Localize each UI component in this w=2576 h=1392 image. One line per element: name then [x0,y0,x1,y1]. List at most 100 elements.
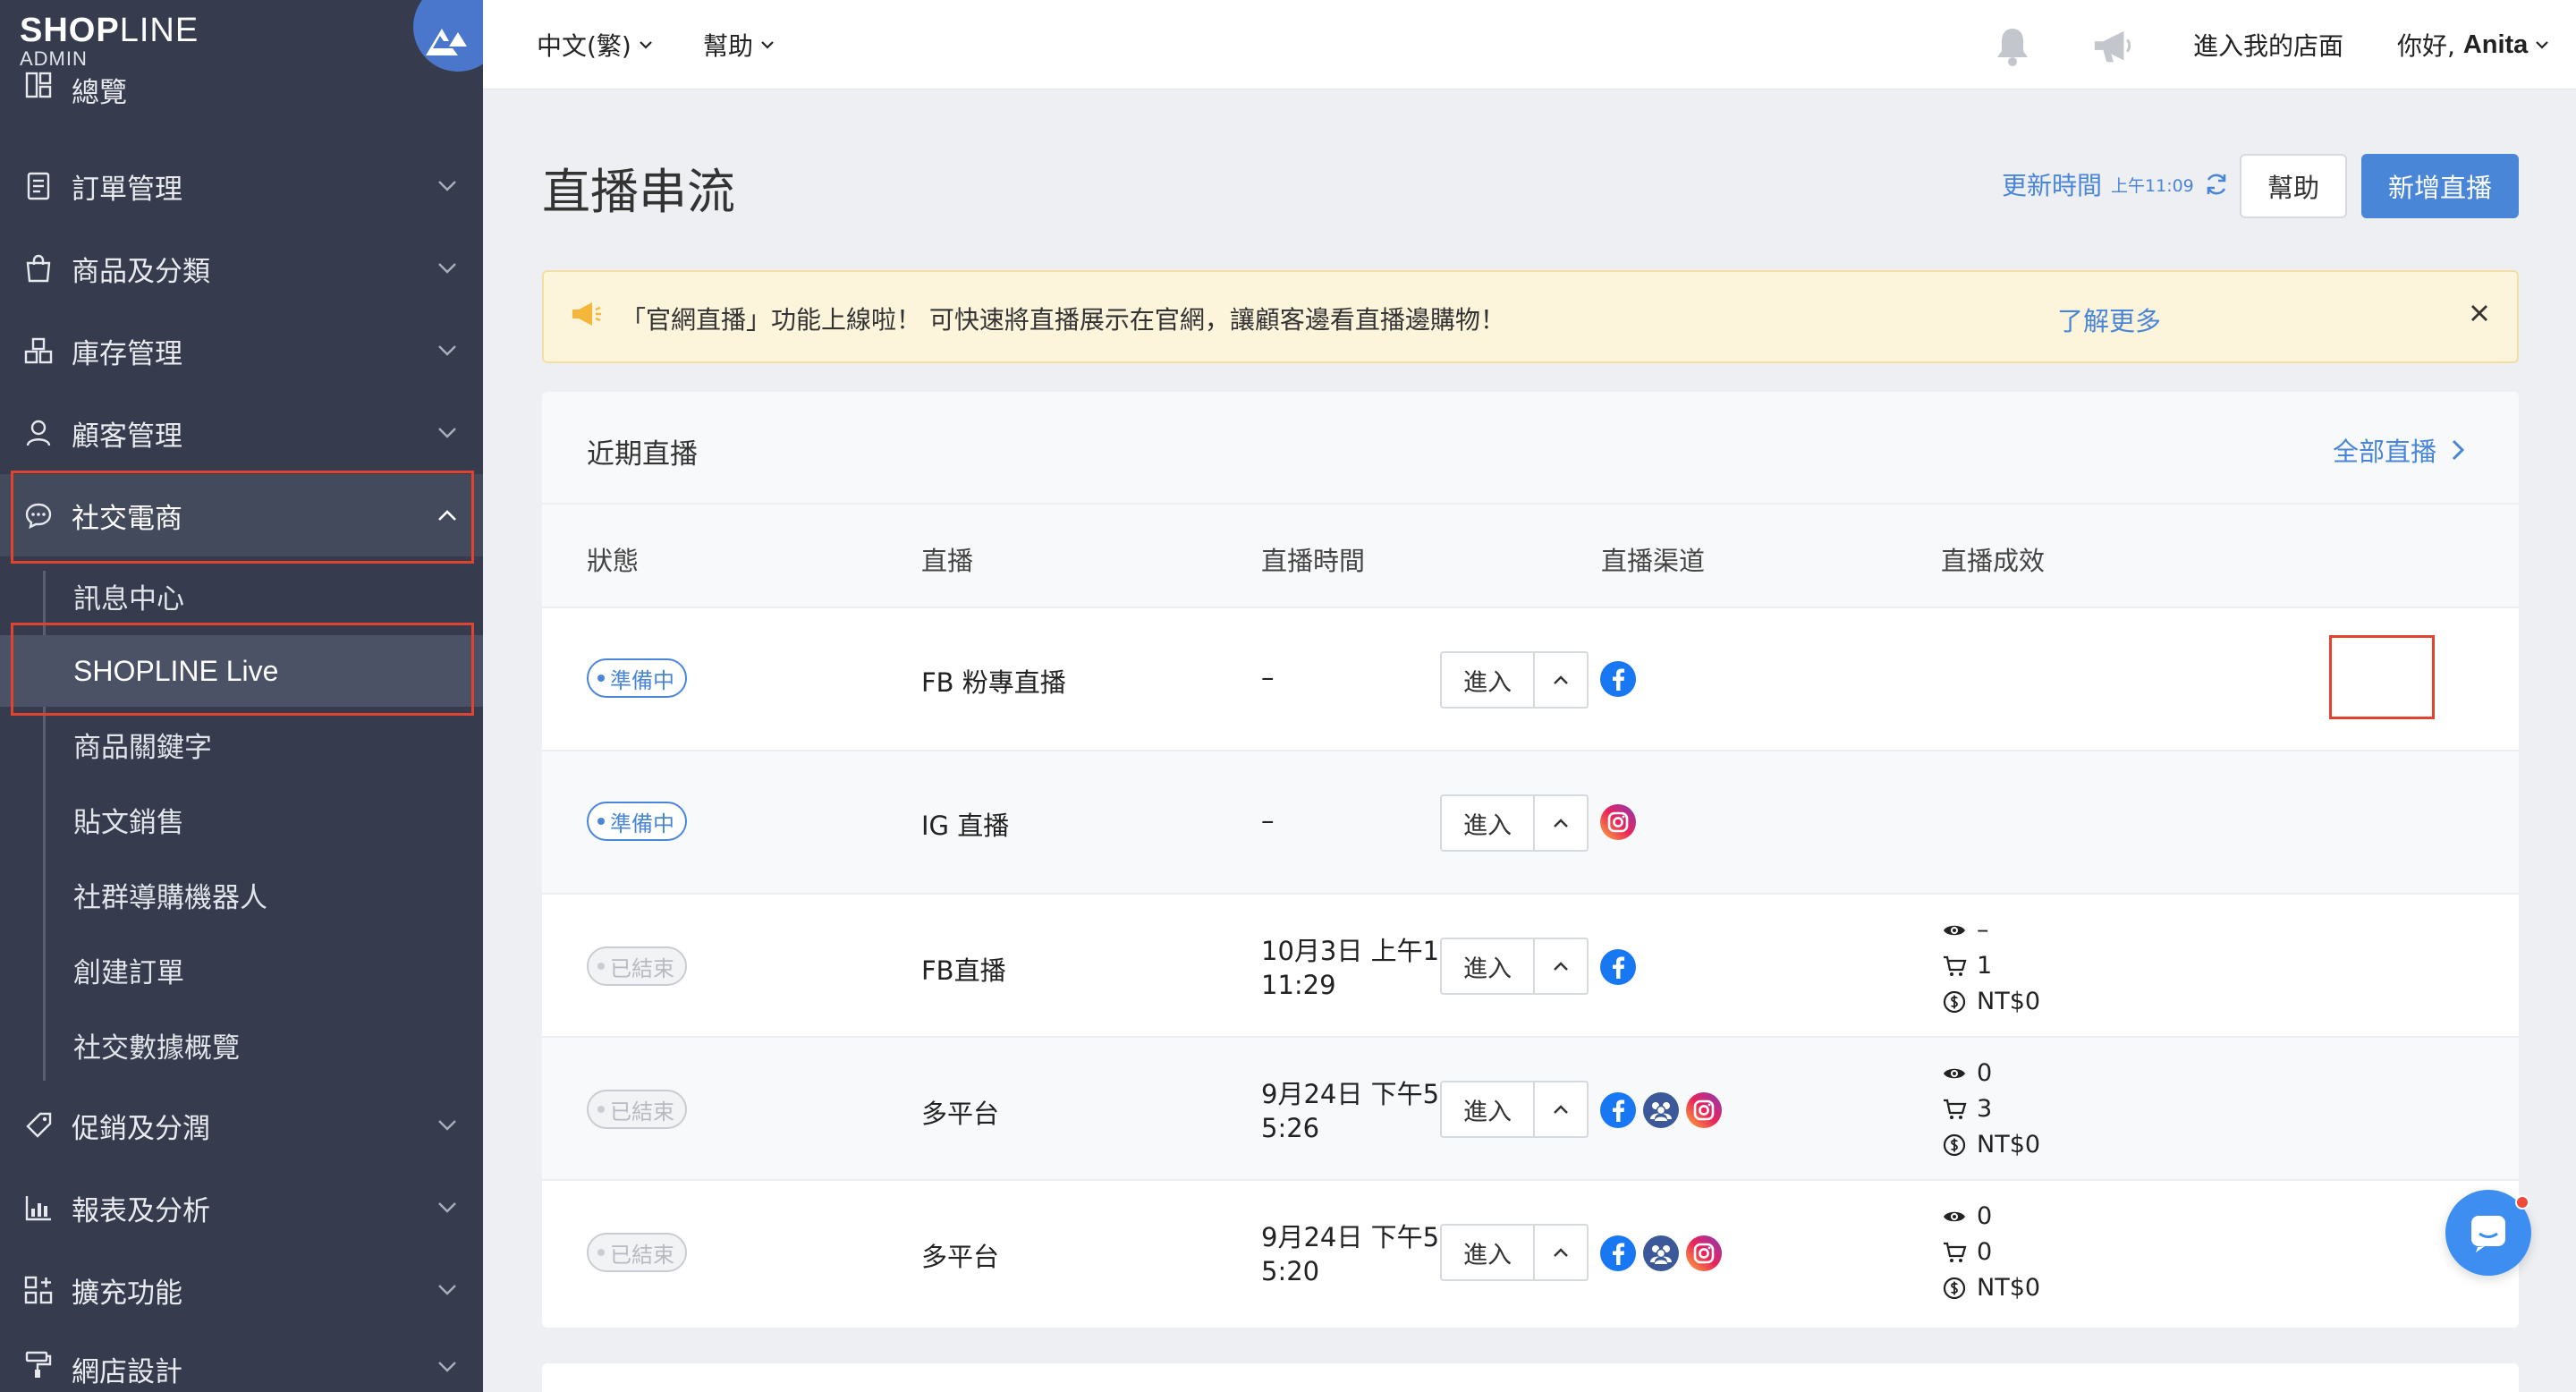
live-name: 多平台 [921,1099,1000,1129]
chevron-down-icon [435,174,460,199]
eye-icon [1941,1060,1968,1087]
update-time[interactable]: 更新時間 上午11:09 [2002,166,2230,202]
sidebar-item-reports[interactable]: 報表及分析 [0,1167,483,1249]
top-bar: 中文(繁) 幫助 進入我的店面 你好, Anita [483,0,2576,89]
sidebar-subitem-message-center[interactable]: 訊息中心 [0,560,483,632]
sidebar-item-inventory[interactable]: 庫存管理 [0,310,483,392]
sidebar-item-label: 顧客管理 [72,420,182,453]
greeting-text: 你好, [2397,31,2463,61]
chevron-down-icon [435,1113,460,1138]
close-icon[interactable] [2469,302,2490,327]
bell-icon[interactable] [1991,25,2034,68]
sidebar-item-label: 總覽 [72,77,127,109]
sidebar-item-orders[interactable]: 訂單管理 [0,145,483,227]
enter-button[interactable]: 進入 [1440,938,1535,995]
app-badge[interactable] [413,0,483,72]
banner-message: 「官網直播」功能上線啦！ 可快速將直播展示在官網，讓顧客邊看直播邊購物！ [621,305,1505,335]
language-dropdown[interactable]: 中文(繁) [537,0,653,89]
banner-learn-more-link[interactable]: 了解更多 [2057,301,2161,338]
highlight-social-commerce [11,471,474,564]
dollar-coin-icon [1941,989,1968,1015]
sidebar-subitem-label: 貼文銷售 [73,806,184,839]
live-time-end: 11:29 [1261,970,1336,1000]
expand-button[interactable] [1535,938,1589,995]
live-name: IG 直播 [921,811,1010,841]
sidebar-item-customers[interactable]: 顧客管理 [0,392,483,474]
status-badge: 準備中 [587,658,687,698]
dashboard-icon [23,70,54,100]
expand-button[interactable] [1535,1081,1589,1138]
user-menu[interactable]: 你好, Anita [2397,0,2549,89]
shopline-logo[interactable]: SHOPLINE ADMIN [20,13,199,70]
expand-button[interactable] [1535,1224,1589,1281]
sidebar-subitem-label: 社群導購機器人 [73,881,267,914]
help-button[interactable]: 幫助 [2240,154,2347,218]
sidebar-item-extensions[interactable]: 擴充功能 [0,1249,483,1331]
announcement-banner: 「官網直播」功能上線啦！ 可快速將直播展示在官網，讓顧客邊看直播邊購物！ 了解更… [542,270,2519,363]
all-live-link[interactable]: 全部直播 [2333,431,2465,469]
orders-count: 1 [1977,952,1993,980]
status-badge: 已結束 [587,946,687,986]
enter-button[interactable]: 進入 [1440,651,1535,709]
live-time: – [1261,805,1275,836]
expand-button[interactable] [1535,651,1589,709]
channel-icons [1599,803,1637,841]
update-time-value: 上午11:09 [2111,175,2194,196]
add-live-button[interactable]: 新增直播 [2361,154,2519,218]
sidebar-item-promotions[interactable]: 促銷及分潤 [0,1084,483,1167]
help-dropdown[interactable]: 幫助 [703,0,775,89]
chevron-down-icon [435,420,460,446]
visit-store-link[interactable]: 進入我的店面 [2193,0,2343,89]
facebook-icon [1600,949,1636,985]
cart-icon [1941,1096,1968,1123]
sidebar-item-label: 報表及分析 [72,1194,210,1227]
sidebar-subitem-create-order[interactable]: 創建訂單 [0,934,483,1006]
live-time-end: 5:20 [1261,1256,1320,1286]
notification-dot [2515,1195,2529,1210]
column-header-live: 直播 [921,546,974,576]
enter-button[interactable]: 進入 [1440,1081,1535,1138]
tag-icon [23,1110,54,1141]
chevron-up-icon [1554,962,1568,971]
card-header: 近期直播 全部直播 [542,392,2519,505]
sidebar-subitem-social-data[interactable]: 社交數據概覽 [0,1009,483,1081]
cart-icon [1941,1239,1968,1266]
eye-icon [1941,1203,1968,1230]
highlight-enter-button [2329,635,2435,719]
visit-store-label: 進入我的店面 [2193,31,2344,61]
sidebar-subitem-post-sales[interactable]: 貼文銷售 [0,784,483,855]
status-badge: 準備中 [587,802,687,841]
report-chart-icon [23,1193,54,1223]
views-count: 0 [1977,1059,1993,1087]
refresh-icon[interactable] [2203,171,2230,198]
page-title: 直播串流 [542,164,735,220]
paint-roller-icon [23,1349,54,1379]
enter-button[interactable]: 進入 [1440,1224,1535,1281]
inventory-icon [23,335,54,366]
brand-tail: LINE [119,12,199,49]
megaphone-icon[interactable] [2091,25,2134,68]
facebook-icon [1600,1092,1636,1128]
chevron-down-icon [2535,40,2549,49]
performance-stats: 0 3 NT$0 [1941,1056,2040,1163]
enter-button[interactable]: 進入 [1440,794,1535,852]
next-card [542,1363,2519,1392]
sidebar-item-store-design[interactable]: 網店設計 [0,1331,483,1392]
sidebar-item-products[interactable]: 商品及分類 [0,227,483,310]
sidebar-item-overview[interactable]: 總覽 [0,63,483,109]
chat-icon [2471,1216,2505,1252]
update-label: 更新時間 [2002,171,2103,200]
column-header-status: 狀態 [587,546,640,576]
dollar-coin-icon [1941,1275,1968,1302]
table-row: 已結束 多平台 9月24日 下午5:24 ~ 下午 5:26 0 3 NT$0 … [542,1038,2519,1181]
sidebar-subitem-product-keywords[interactable]: 商品關鍵字 [0,709,483,780]
chevron-up-icon [1554,675,1568,684]
live-time: – [1261,662,1275,692]
sidebar-subitem-social-bot[interactable]: 社群導購機器人 [0,859,483,930]
megaphone-icon [571,301,603,333]
table-row: 已結束 10月3日 上午11:28 ~ 上午 11:29 FB直播 – 1 NT… [542,895,2519,1038]
group-icon [1643,1235,1679,1271]
table-row: 準備中 FB 粉專直播 – 進入 [542,608,2519,751]
expand-button[interactable] [1535,794,1589,852]
live-name: 多平台 [921,1242,1000,1272]
